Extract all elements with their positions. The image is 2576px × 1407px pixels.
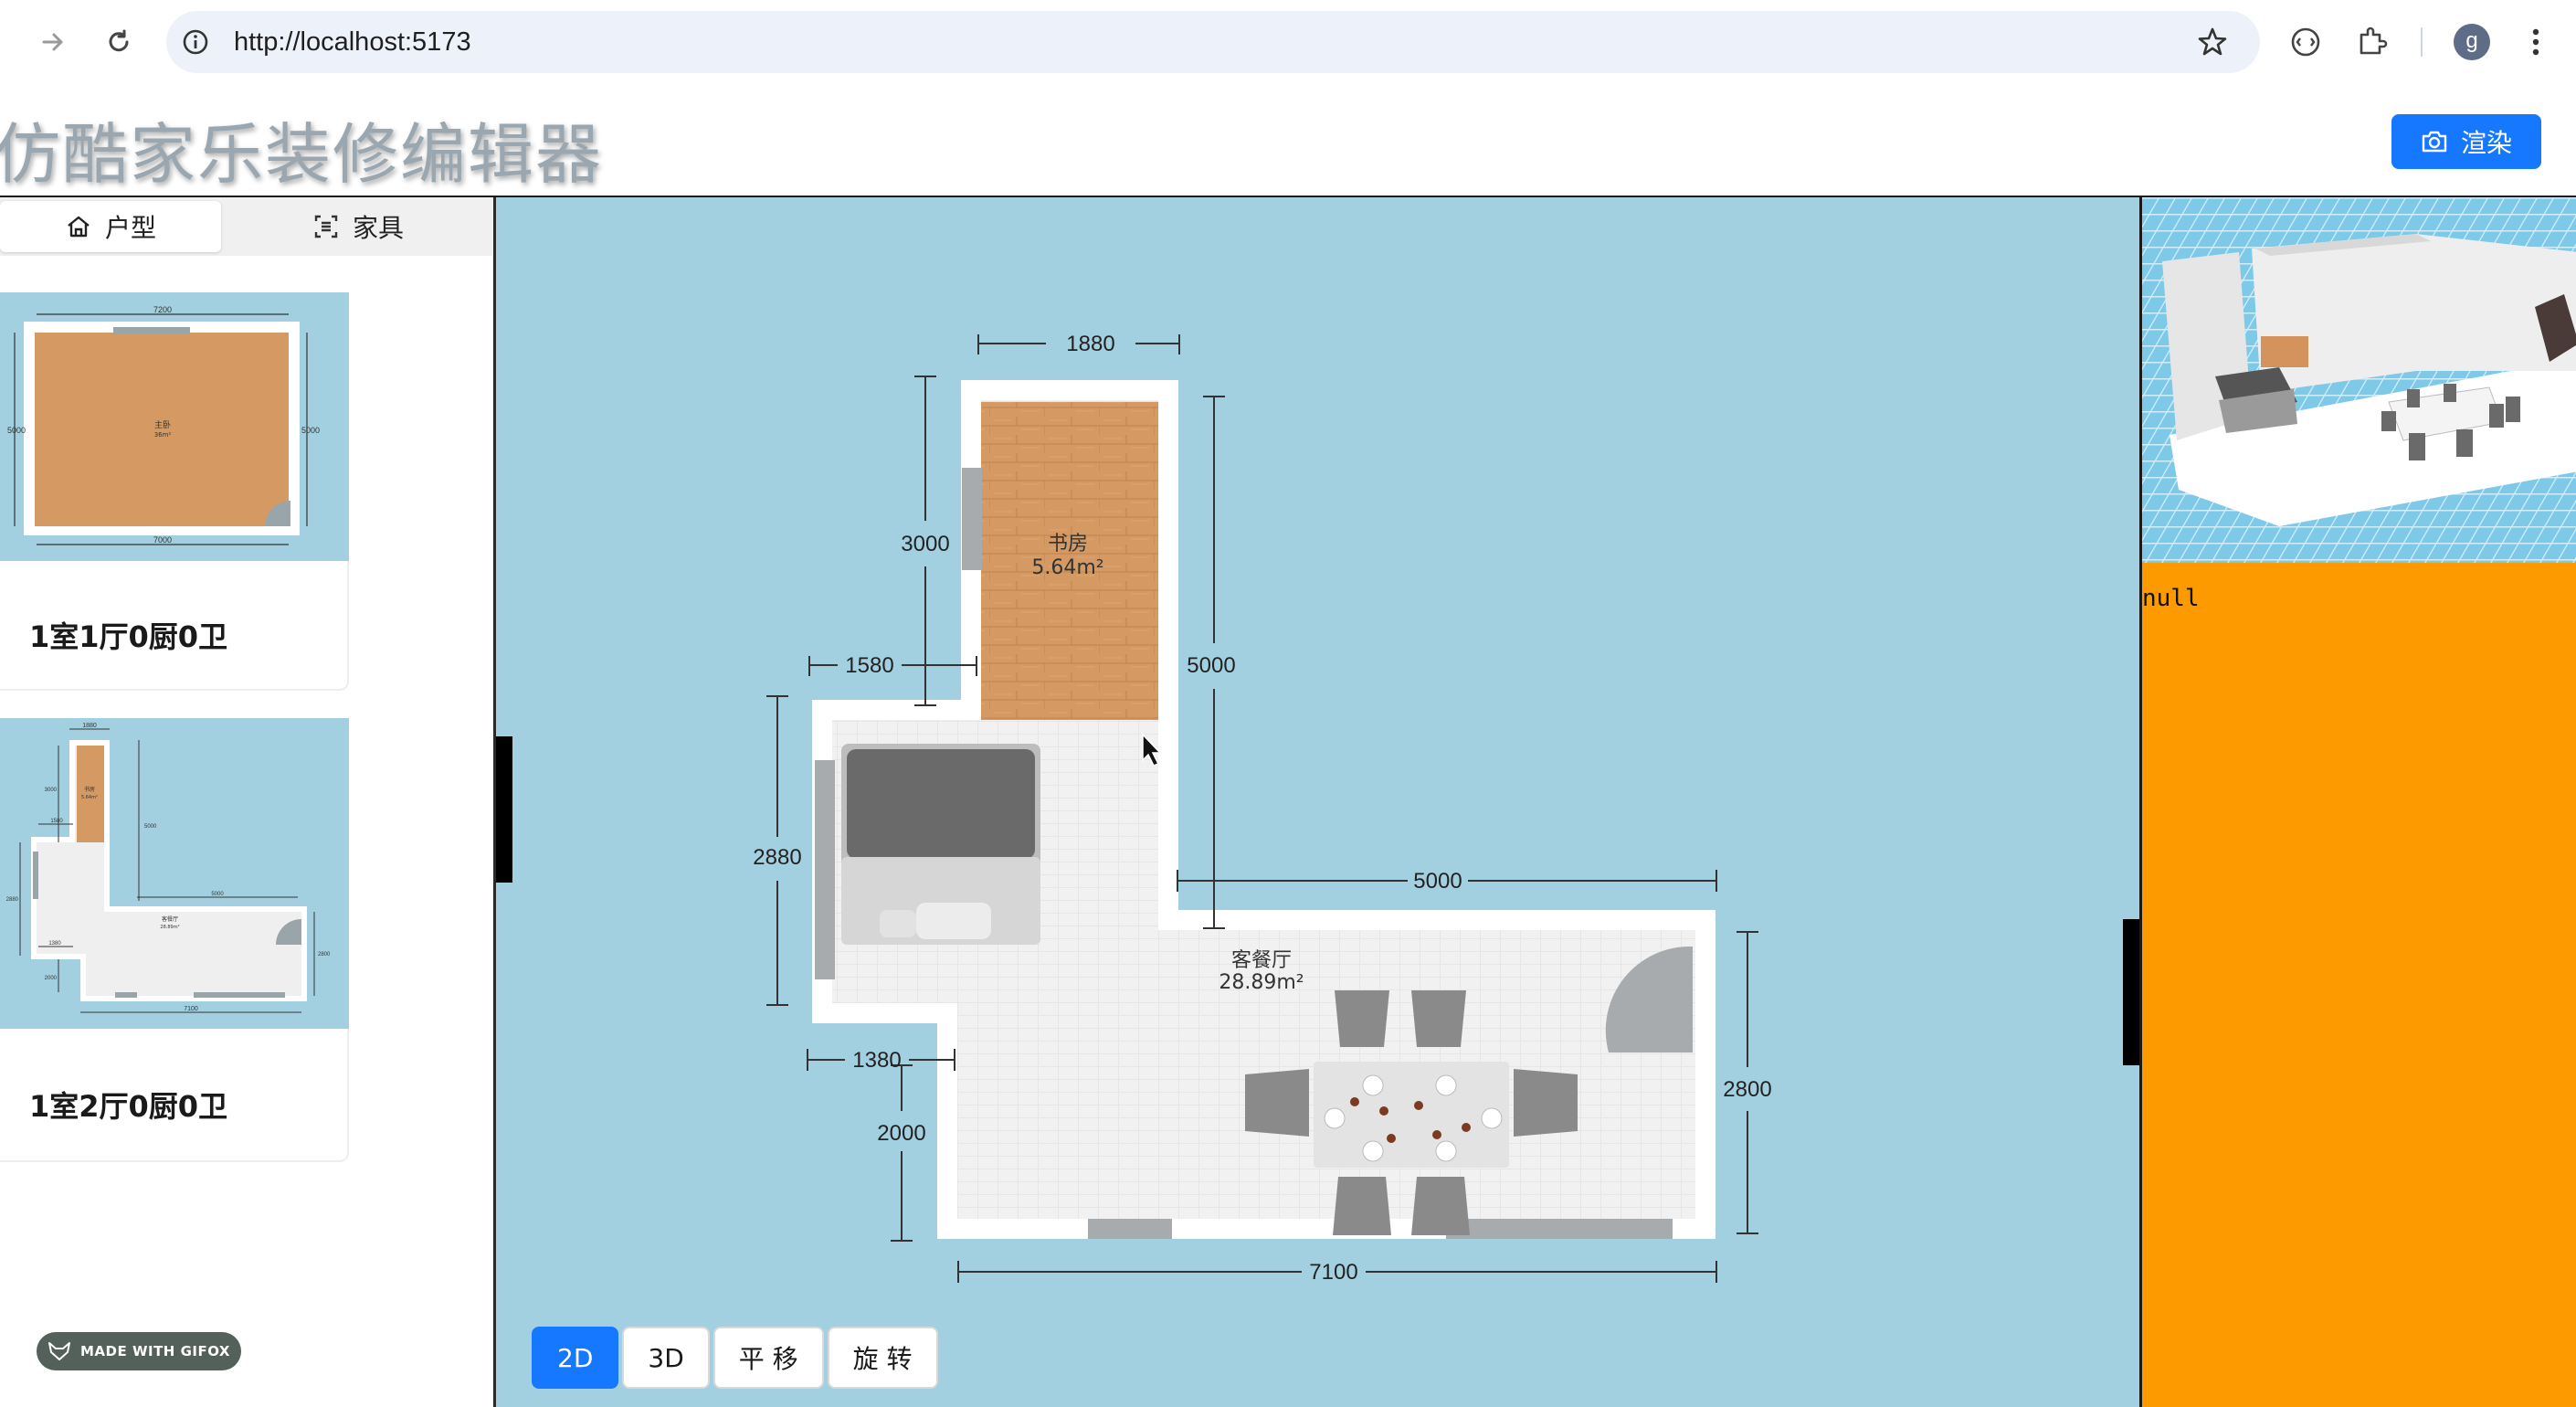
render-button[interactable]: 渲染 bbox=[2391, 114, 2541, 169]
right-panel: null bbox=[2139, 197, 2576, 1407]
thumb2-room1: 书房 bbox=[84, 786, 95, 793]
gifox-watermark: MADE WITH GIFOX bbox=[37, 1332, 241, 1370]
thumb-dim-bottom: 7000 bbox=[153, 535, 172, 545]
mode-rotate-button[interactable]: 旋 转 bbox=[827, 1327, 938, 1389]
thumb-dim-right: 5000 bbox=[301, 426, 320, 435]
app-header: 仿酷家乐装修编辑器 渲染 bbox=[0, 84, 2576, 198]
thumb-dim-left: 5000 bbox=[7, 426, 26, 435]
thumb2-area2: 28.89m² bbox=[160, 925, 179, 930]
3d-preview-drawing bbox=[2142, 197, 2576, 563]
render-button-label: 渲染 bbox=[2460, 128, 2512, 158]
dim-study-width: 1880 bbox=[1066, 332, 1114, 356]
layout-thumbnail-2: 1880 书房 5.64m² 3000 5000 1580 2880 5000 … bbox=[0, 718, 349, 1029]
address-bar[interactable]: http://localhost:5173 bbox=[166, 11, 2260, 73]
furniture-scan-icon bbox=[314, 215, 338, 238]
reload-icon bbox=[109, 29, 129, 52]
url-text[interactable]: http://localhost:5173 bbox=[234, 11, 471, 73]
reload-button[interactable] bbox=[93, 16, 144, 68]
dim-lower-left: 2000 bbox=[877, 1121, 925, 1146]
floorplan-canvas[interactable]: 书房 5.64m² 客餐厅 28.89m² 1880 3000 1580 500… bbox=[496, 197, 2139, 1407]
left-sidebar: 户型 家具 7200 5000 5000 7000 主卧 36m² 1室1厅0厨… bbox=[0, 197, 496, 1407]
left-window bbox=[815, 760, 835, 979]
dim-living-width: 5000 bbox=[1413, 869, 1462, 894]
layout-thumbnail-1: 7200 5000 5000 7000 主卧 36m² bbox=[0, 292, 349, 561]
tab-floorplan[interactable]: 户型 bbox=[0, 201, 221, 252]
layout-card-title-2: 1室2厅0厨0卫 bbox=[29, 1089, 228, 1124]
floorplan-drawing: 书房 5.64m² 客餐厅 28.89m² 1880 3000 1580 500… bbox=[753, 332, 1771, 1285]
home-icon bbox=[68, 216, 90, 238]
layout-thumbnail-drawing: 7200 5000 5000 7000 主卧 36m² bbox=[7, 305, 320, 545]
mode-3d-button[interactable]: 3D bbox=[622, 1327, 710, 1389]
thumb2-d7: 2000 bbox=[45, 976, 58, 981]
browser-toolbar: http://localhost:5173 g bbox=[0, 0, 2576, 86]
bookmark-star-icon[interactable] bbox=[2196, 26, 2229, 58]
sidebar-tabs: 户型 家具 bbox=[0, 197, 493, 256]
profile-avatar[interactable]: g bbox=[2454, 24, 2490, 60]
thumb-room-area: 36m² bbox=[154, 431, 172, 439]
tab-furniture-label: 家具 bbox=[352, 213, 404, 243]
bed-furniture[interactable] bbox=[841, 744, 1040, 945]
media-icon[interactable] bbox=[2289, 26, 2322, 58]
tab-floorplan-label: 户型 bbox=[104, 213, 156, 243]
room-area-living: 28.89m² bbox=[1219, 971, 1304, 994]
3d-preview[interactable] bbox=[2142, 197, 2576, 563]
layout-thumbnail-drawing: 1880 书房 5.64m² 3000 5000 1580 2880 5000 … bbox=[6, 723, 331, 1013]
forward-button[interactable] bbox=[27, 16, 79, 68]
thumb2-room2: 客餐厅 bbox=[162, 915, 178, 923]
thumb2-d5: 5000 bbox=[211, 892, 224, 897]
gifox-watermark-text: MADE WITH GIFOX bbox=[79, 1343, 230, 1359]
dim-total-width: 7100 bbox=[1309, 1260, 1357, 1285]
dim-right-height: 5000 bbox=[1187, 653, 1235, 678]
thumb2-d2: 5000 bbox=[144, 824, 157, 830]
toolbar-divider bbox=[2421, 27, 2423, 57]
mode-2d-button[interactable]: 2D bbox=[532, 1327, 619, 1389]
thumb-room: 主卧 bbox=[154, 419, 171, 430]
thumb2-area1: 5.64m² bbox=[81, 795, 98, 800]
thumb2-dim-bottom: 7100 bbox=[184, 1006, 198, 1012]
fox-logo-icon bbox=[48, 1342, 70, 1360]
room-area-study: 5.64m² bbox=[1031, 556, 1103, 579]
dim-left-height: 2880 bbox=[753, 845, 801, 870]
debug-output-text: null bbox=[2142, 585, 2200, 612]
room-label-study: 书房 bbox=[1048, 533, 1088, 555]
app-title: 仿酷家乐装修编辑器 bbox=[0, 116, 604, 193]
thumb2-dim-top: 1880 bbox=[82, 723, 97, 729]
layout-card-title-1: 1室1厅0厨0卫 bbox=[29, 619, 228, 654]
thumb2-d8: 2800 bbox=[318, 952, 331, 957]
site-info-icon[interactable] bbox=[181, 27, 210, 57]
room-label-living: 客餐厅 bbox=[1231, 949, 1292, 972]
bottom-window-1 bbox=[1088, 1219, 1172, 1239]
dim-study-height: 3000 bbox=[901, 532, 949, 556]
thumb2-d3: 1580 bbox=[50, 819, 63, 824]
thumb2-d4: 2880 bbox=[6, 897, 19, 903]
view-mode-toolbar: 2D 3D 平 移 旋 转 bbox=[532, 1327, 938, 1389]
study-window bbox=[962, 468, 982, 570]
dim-left-offset: 1580 bbox=[845, 653, 893, 678]
thumb2-d1: 3000 bbox=[45, 788, 58, 793]
dim-right-wall: 2800 bbox=[1723, 1077, 1771, 1102]
thumb2-d6: 1380 bbox=[48, 941, 61, 947]
mode-pan-button[interactable]: 平 移 bbox=[713, 1327, 824, 1389]
dim-step-width: 1380 bbox=[852, 1048, 901, 1073]
thumb-dim-top: 7200 bbox=[153, 305, 172, 314]
more-menu-icon[interactable] bbox=[2527, 24, 2545, 60]
extension-puzzle-icon[interactable] bbox=[2355, 24, 2390, 58]
bottom-window-2 bbox=[1446, 1219, 1673, 1239]
forward-icon bbox=[42, 33, 63, 51]
tab-furniture[interactable]: 家具 bbox=[223, 201, 493, 252]
camera-icon bbox=[2422, 131, 2447, 153]
